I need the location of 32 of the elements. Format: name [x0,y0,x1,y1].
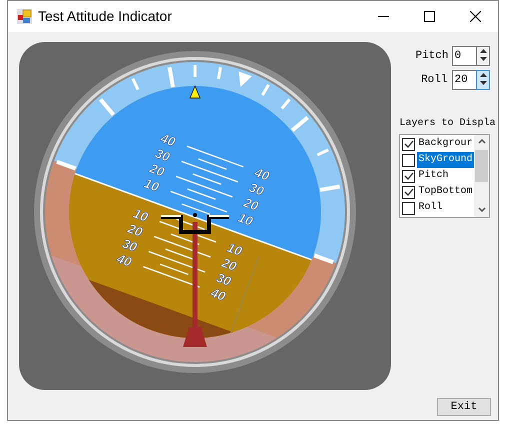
scroll-up-icon [478,139,486,144]
spin-buttons[interactable] [476,46,490,66]
app-icon [17,9,32,24]
scrollbar[interactable] [474,135,490,217]
layer-checkbox[interactable] [402,186,416,198]
layer-checkbox[interactable] [402,170,416,182]
maximize-icon [424,11,434,22]
spin-buttons[interactable] [476,70,490,90]
layer-item[interactable]: SkyGround [417,152,474,168]
layer-item[interactable]: Pitch [417,168,474,184]
layer-item[interactable]: Roll [417,200,474,216]
spin-up-icon[interactable] [480,73,487,77]
layers-label: Layers to Displa [399,116,496,131]
pitch-label: Pitch [415,48,448,64]
close-icon [470,11,480,22]
scroll-down-icon [478,207,486,212]
exit-button[interactable]: Exit [437,398,491,416]
layer-checkbox[interactable] [402,154,416,166]
layer-item[interactable]: TopBottom [417,184,474,200]
layer-checkbox[interactable] [402,138,416,150]
spin-up-icon[interactable] [480,49,487,53]
window-title: Test Attitude Indicator [38,7,172,26]
layer-checkbox[interactable] [402,202,416,214]
spin-down-icon[interactable] [480,57,487,61]
roll-label: Roll [420,72,448,88]
number-field[interactable]: 20 [452,70,476,90]
layer-item[interactable]: Backgrour [417,136,474,152]
scrollbar-thumb[interactable] [475,150,488,182]
number-field[interactable]: 0 [452,46,476,66]
minimize-icon [378,16,388,17]
roll-pointer-icon [189,85,201,98]
spin-down-icon[interactable] [480,81,487,85]
